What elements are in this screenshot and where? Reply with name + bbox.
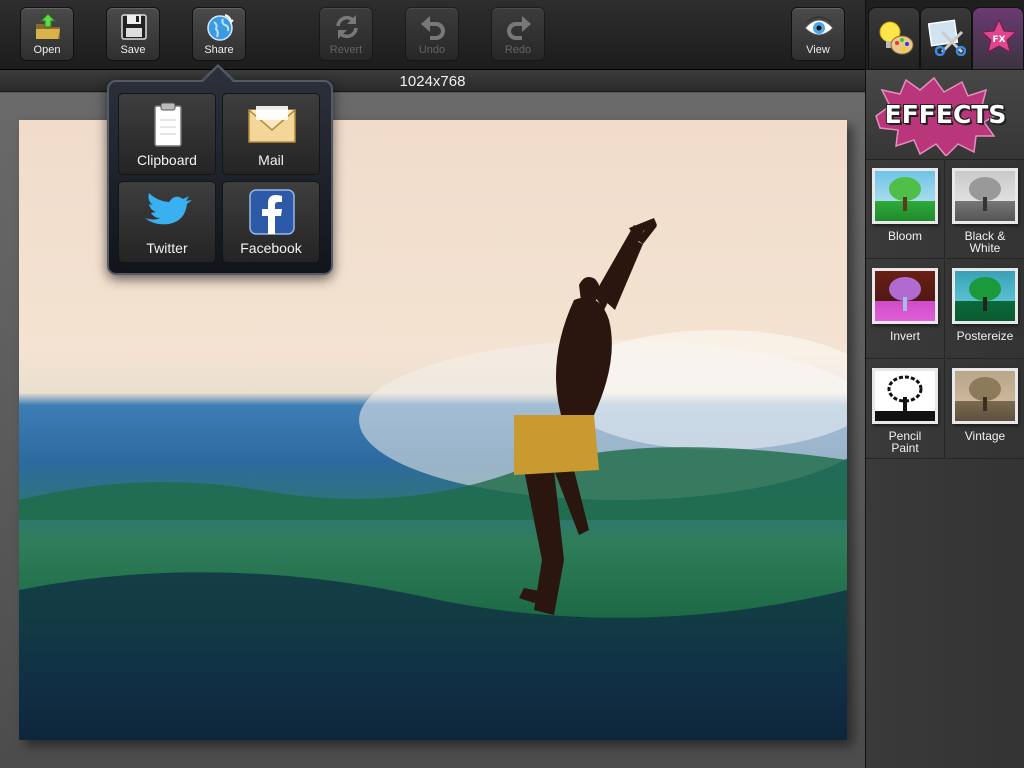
facebook-label: Facebook: [240, 240, 302, 256]
share-mail-button[interactable]: Mail: [222, 93, 320, 175]
share-label: Share: [204, 44, 234, 56]
effects-header: EFFECTS: [866, 70, 1024, 160]
bloom-thumbnail: [872, 168, 938, 224]
revert-button[interactable]: Revert: [319, 7, 373, 61]
undo-label: Undo: [418, 44, 446, 56]
panel-tabs: FX: [866, 0, 1024, 70]
tree-icon: [875, 375, 935, 421]
svg-text:FX: FX: [992, 35, 1005, 45]
postereize-thumbnail: [952, 268, 1018, 324]
pencil-paint-label: Pencil Paint: [888, 429, 922, 455]
redo-arrow-icon: [507, 16, 531, 40]
tab-effects[interactable]: FX: [972, 7, 1024, 70]
folder-open-icon: [36, 13, 60, 39]
share-facebook-button[interactable]: Facebook: [222, 181, 320, 263]
black-white-thumbnail: [952, 168, 1018, 224]
save-label: Save: [120, 44, 146, 56]
view-button[interactable]: View: [791, 7, 845, 61]
undo-button[interactable]: Undo: [405, 7, 459, 61]
postereize-label: Postereize: [956, 329, 1014, 343]
black-white-label: Black & White: [964, 229, 1006, 255]
save-button[interactable]: Save: [106, 7, 160, 61]
effects-title: EFFECTS: [884, 100, 1007, 129]
effect-black-white[interactable]: Black & White: [946, 160, 1024, 259]
revert-arrows-icon: [336, 15, 358, 39]
pencil-paint-thumbnail: [872, 368, 938, 424]
tree-icon: [969, 177, 1001, 211]
facebook-icon: [249, 189, 295, 235]
share-clipboard-button[interactable]: Clipboard: [118, 93, 216, 175]
view-label: View: [806, 44, 830, 56]
tree-icon: [889, 177, 921, 211]
tree-icon: [969, 377, 1001, 411]
clipboard-label: Clipboard: [137, 152, 197, 168]
effects-panel: FX EFFECTS Bloom Black & White Invert Po…: [865, 0, 1024, 768]
vintage-label: Vintage: [964, 429, 1006, 443]
open-label: Open: [33, 44, 61, 56]
share-button[interactable]: Share: [192, 7, 246, 61]
tree-icon: [969, 277, 1001, 311]
share-popover: Clipboard Mail Twitter Facebook: [107, 80, 333, 275]
effect-pencil-paint[interactable]: Pencil Paint: [866, 360, 945, 459]
mail-label: Mail: [258, 152, 284, 168]
envelope-icon: [248, 106, 296, 143]
top-toolbar: Open Save Share Revert Undo Redo View: [0, 0, 865, 70]
undo-arrow-icon: [421, 16, 445, 40]
vintage-thumbnail: [952, 368, 1018, 424]
revert-label: Revert: [329, 44, 363, 56]
effect-postereize[interactable]: Postereize: [946, 260, 1024, 359]
tab-crop[interactable]: [920, 7, 972, 70]
tree-icon: [889, 277, 921, 311]
effect-bloom[interactable]: Bloom: [866, 160, 945, 259]
share-twitter-button[interactable]: Twitter: [118, 181, 216, 263]
clipboard-icon: [154, 102, 182, 147]
redo-button[interactable]: Redo: [491, 7, 545, 61]
twitter-bird-icon: [145, 193, 192, 225]
scissors-icon: [928, 19, 966, 56]
invert-thumbnail: [872, 268, 938, 324]
effect-vintage[interactable]: Vintage: [946, 360, 1024, 459]
redo-label: Redo: [504, 44, 532, 56]
tab-adjust[interactable]: [868, 7, 920, 70]
effect-invert[interactable]: Invert: [866, 260, 945, 359]
fx-star-icon: FX: [980, 18, 1018, 53]
globe-share-icon: [207, 14, 234, 41]
popover-arrow-inner: [203, 67, 233, 82]
twitter-label: Twitter: [146, 240, 188, 256]
floppy-disk-icon: [121, 14, 147, 40]
bloom-label: Bloom: [887, 229, 922, 243]
eye-icon: [804, 16, 834, 36]
invert-label: Invert: [889, 329, 920, 343]
lightbulb-palette-icon: [879, 21, 914, 55]
open-button[interactable]: Open: [20, 7, 74, 61]
